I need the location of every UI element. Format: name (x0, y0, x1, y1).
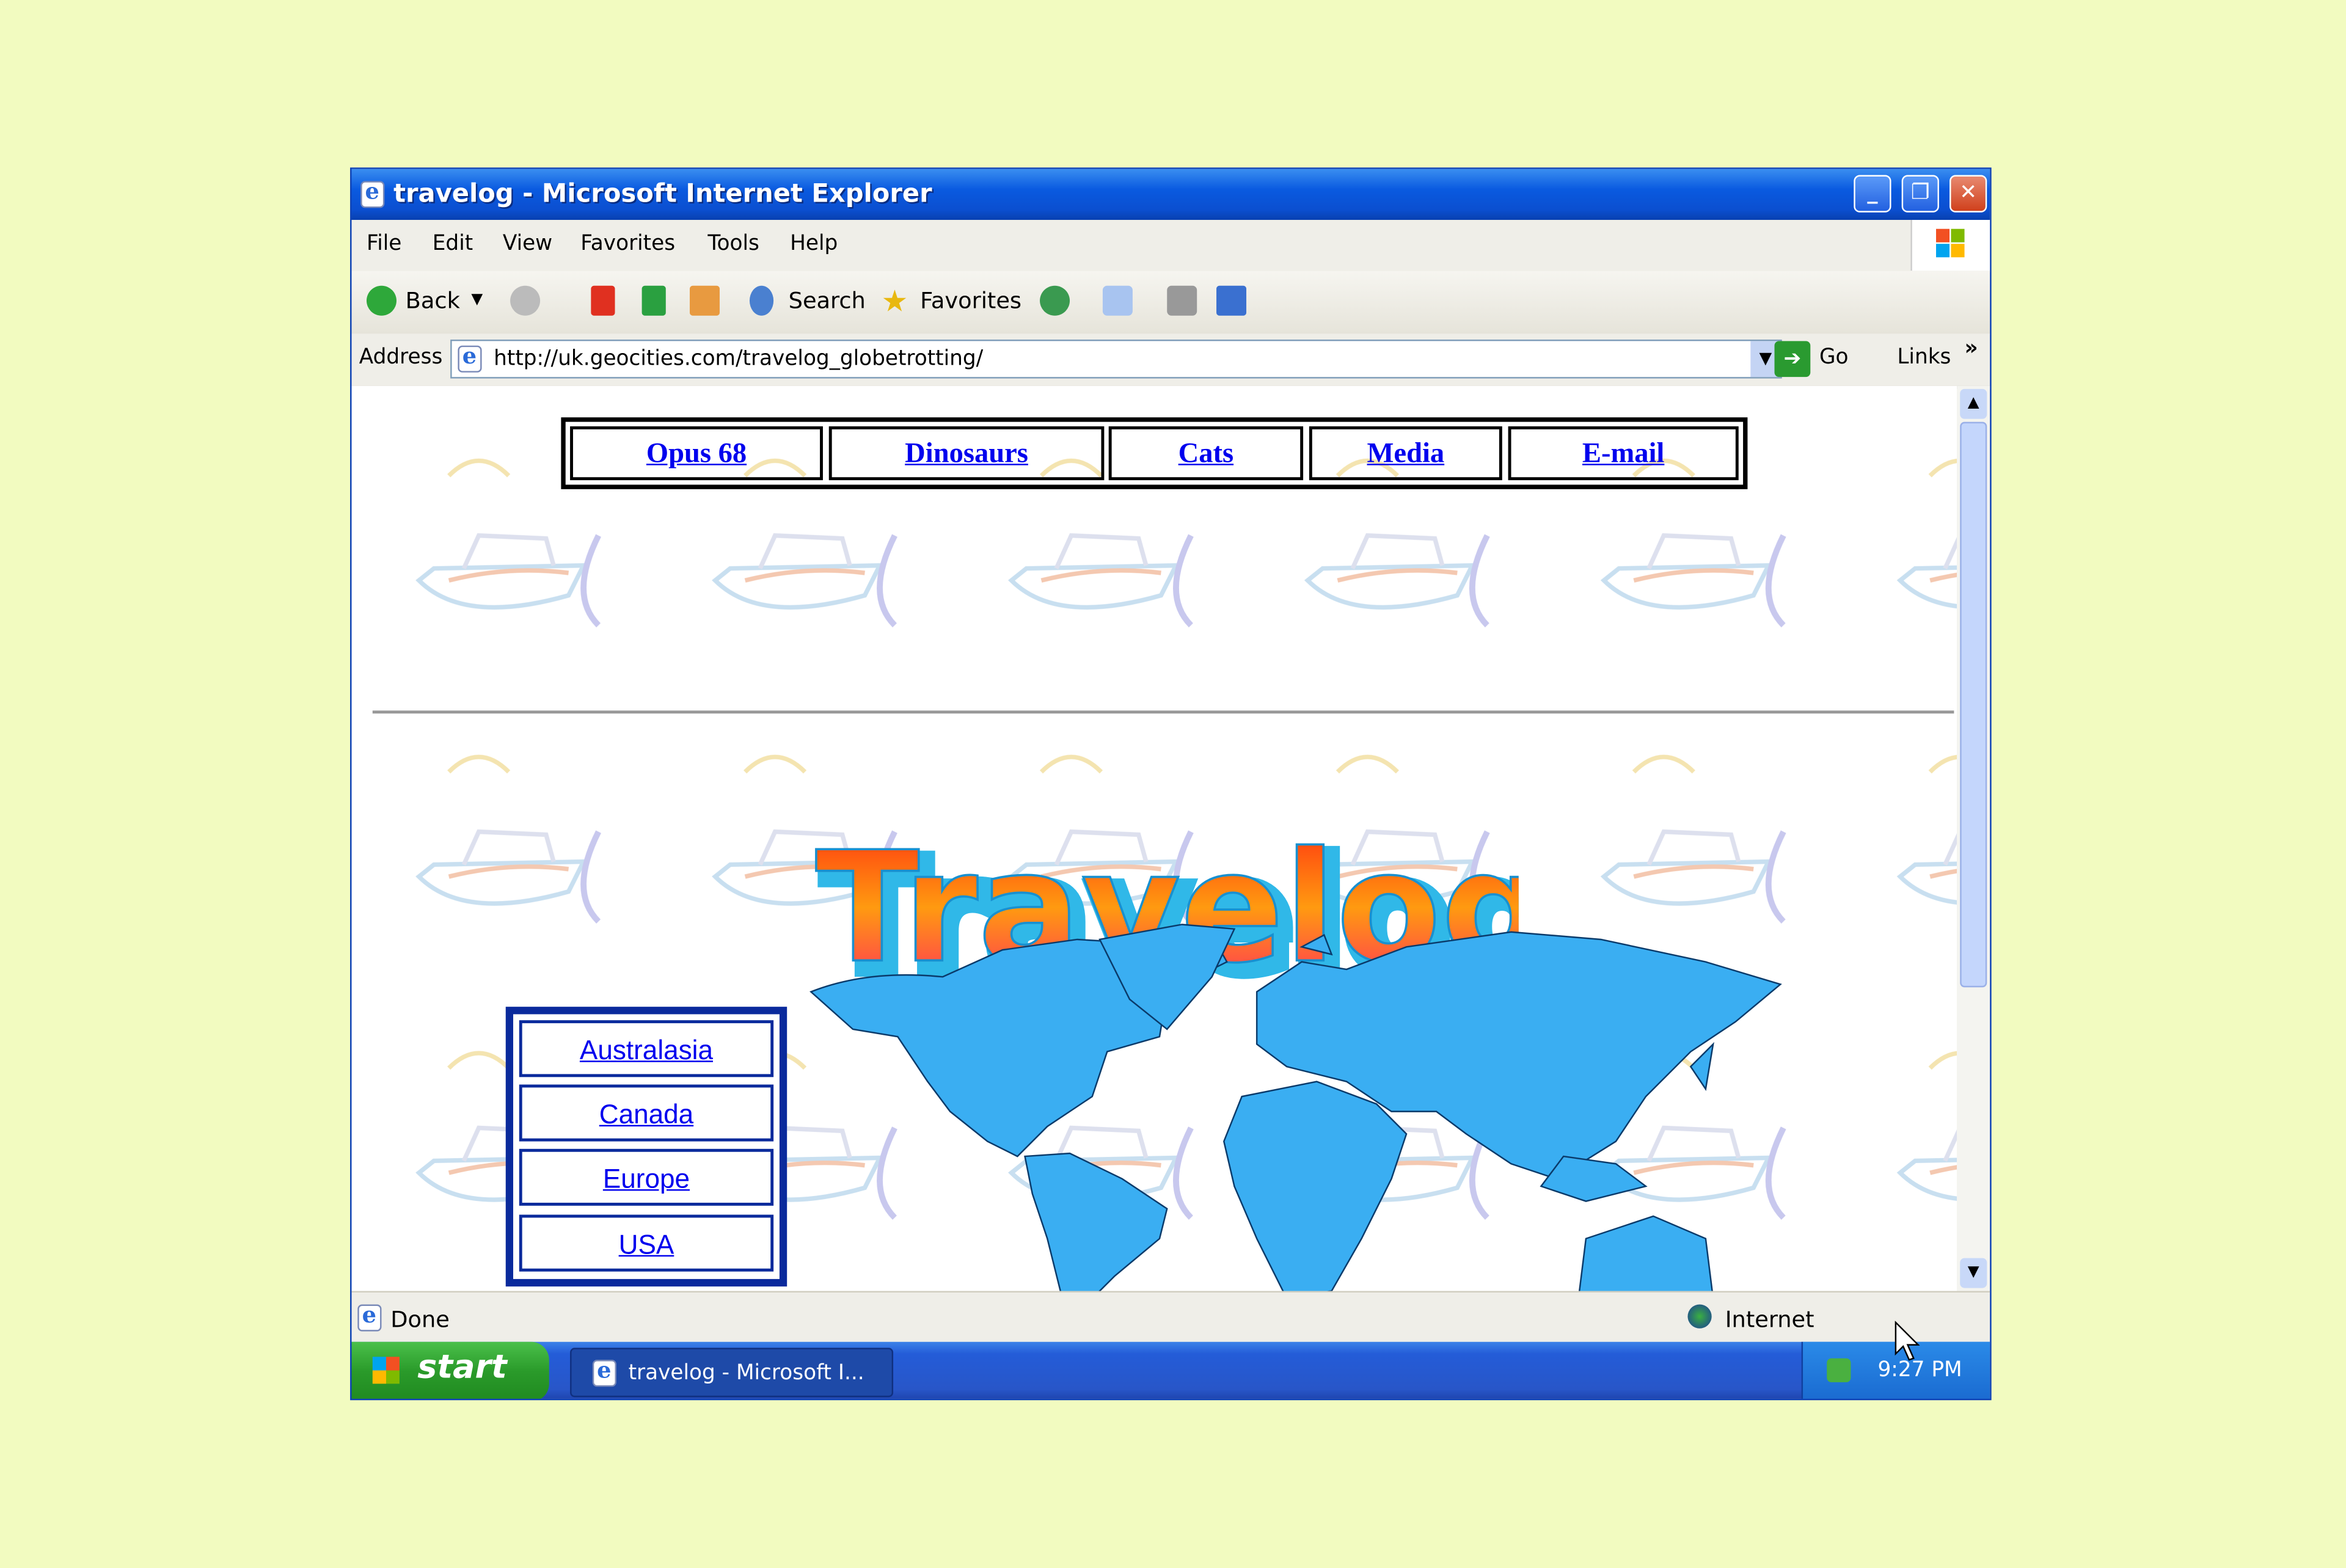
taskbar: start travelog - Microsoft I... 9:27 PM (351, 1341, 1990, 1399)
scrollbar-thumb[interactable] (1960, 421, 1987, 988)
windows-flag-icon (372, 1357, 400, 1384)
nav-link-cats[interactable]: Cats (1108, 426, 1304, 481)
region-menu: Australasia Canada Europe USA (505, 1007, 787, 1287)
nav-link-opus-68[interactable]: Opus 68 (570, 426, 823, 481)
menu-file[interactable]: File (367, 232, 401, 256)
forward-icon[interactable] (510, 285, 541, 316)
links-button[interactable]: Links (1897, 346, 1951, 370)
vertical-scrollbar[interactable]: ▲ ▼ (1957, 385, 1990, 1291)
address-url: http://uk.geocities.com/travelog_globetr… (494, 347, 984, 371)
globe-icon (1687, 1304, 1712, 1329)
edit-icon[interactable] (1216, 285, 1247, 316)
scroll-up-icon[interactable]: ▲ (1960, 388, 1987, 419)
ie-icon (360, 178, 385, 208)
toolbar: Back ▼ Search ★ Favorites (351, 271, 1990, 335)
status-bar: Done Internet (351, 1291, 1990, 1344)
browser-window: travelog - Microsoft Internet Explorer _… (350, 167, 1992, 1401)
nav-link-dinosaurs[interactable]: Dinosaurs (828, 426, 1105, 481)
restore-button[interactable]: ❐ (1901, 175, 1939, 213)
start-button[interactable]: start (351, 1341, 549, 1399)
task-label: travelog - Microsoft I... (628, 1361, 864, 1385)
menu-edit[interactable]: Edit (433, 232, 473, 256)
menu-bar: File Edit View Favorites Tools Help (351, 220, 1990, 272)
search-icon[interactable] (749, 285, 774, 316)
window-title: travelog - Microsoft Internet Explorer (393, 179, 932, 210)
status-text: Done (390, 1305, 450, 1333)
stop-icon[interactable] (591, 285, 615, 316)
favorites-star-icon[interactable]: ★ (881, 283, 908, 319)
region-link-europe[interactable]: Europe (519, 1148, 774, 1206)
nav-link-media[interactable]: Media (1309, 426, 1502, 481)
scroll-down-icon[interactable]: ▼ (1960, 1258, 1987, 1288)
refresh-icon[interactable] (641, 285, 666, 316)
go-arrow-icon[interactable]: ➔ (1774, 341, 1811, 377)
taskbar-item-travelog[interactable]: travelog - Microsoft I... (570, 1347, 894, 1398)
start-label: start (417, 1349, 507, 1387)
links-more-icon[interactable]: » (1965, 337, 1978, 360)
go-button[interactable]: Go (1819, 346, 1849, 370)
minimize-button[interactable]: _ (1854, 175, 1891, 213)
menu-view[interactable]: View (503, 232, 552, 256)
history-icon[interactable] (1040, 285, 1070, 316)
network-icon[interactable] (1827, 1358, 1851, 1382)
back-button[interactable]: Back (406, 283, 460, 319)
world-map[interactable] (808, 917, 1803, 1291)
search-button[interactable]: Search (789, 283, 866, 319)
menu-tools[interactable]: Tools (707, 232, 759, 256)
address-label: Address (359, 345, 443, 370)
nav-link-email[interactable]: E-mail (1508, 426, 1739, 481)
page-content: Opus 68 Dinosaurs Cats Media E-mail Trav… (351, 385, 1957, 1291)
title-bar[interactable]: travelog - Microsoft Internet Explorer _… (351, 169, 1990, 221)
security-zone: Internet (1725, 1305, 1814, 1333)
menu-favorites[interactable]: Favorites (580, 232, 675, 256)
region-link-usa[interactable]: USA (519, 1214, 774, 1272)
address-input[interactable]: http://uk.geocities.com/travelog_globetr… (450, 339, 1782, 379)
top-navigation: Opus 68 Dinosaurs Cats Media E-mail (561, 417, 1748, 489)
close-button[interactable]: ✕ (1950, 175, 1987, 213)
mail-icon[interactable] (1102, 285, 1133, 316)
ie-task-icon (592, 1357, 616, 1387)
page-icon (458, 343, 482, 373)
page-status-icon (357, 1302, 382, 1332)
back-dropdown-icon[interactable]: ▼ (471, 283, 483, 319)
region-link-australasia[interactable]: Australasia (519, 1020, 774, 1078)
windows-logo-icon (1910, 220, 1990, 271)
region-link-canada[interactable]: Canada (519, 1084, 774, 1142)
mouse-cursor-icon (1895, 1321, 1920, 1361)
print-icon[interactable] (1167, 285, 1197, 316)
address-bar: Address http://uk.geocities.com/travelog… (351, 334, 1990, 389)
home-icon[interactable] (689, 285, 720, 316)
favorites-button[interactable]: Favorites (920, 283, 1021, 319)
back-arrow-icon[interactable] (367, 285, 396, 316)
menu-help[interactable]: Help (790, 232, 838, 256)
